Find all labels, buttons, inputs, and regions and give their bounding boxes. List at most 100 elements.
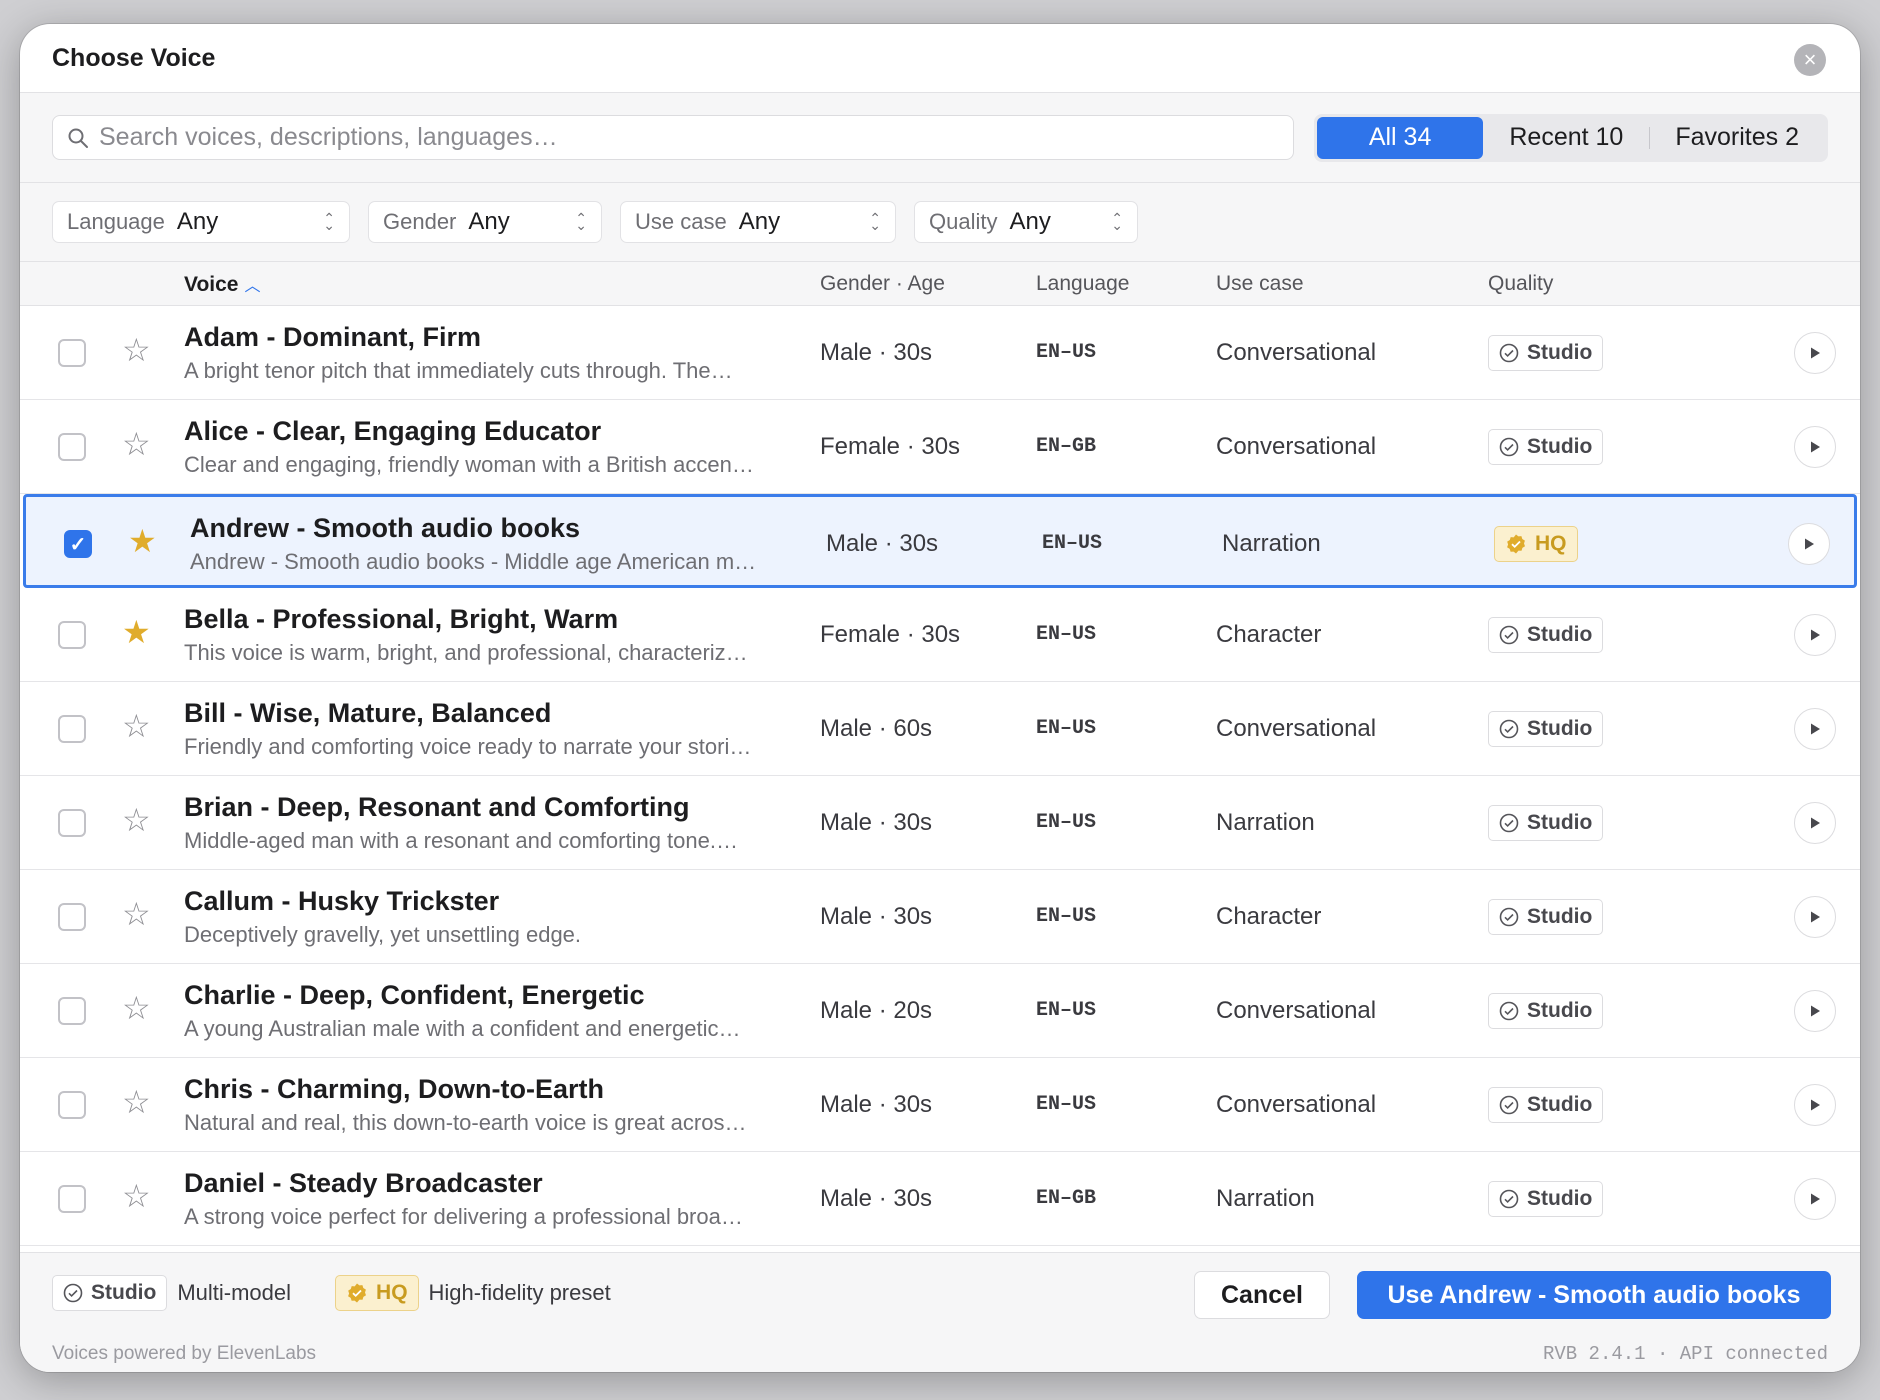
voice-header-label: Voice xyxy=(184,273,239,296)
play-preview-button[interactable] xyxy=(1794,990,1836,1032)
favorite-star-icon[interactable]: ☆ xyxy=(122,898,151,930)
quality-badge: Studio xyxy=(1488,617,1604,653)
voice-use-case: Conversational xyxy=(1216,997,1377,1024)
row-checkbox[interactable] xyxy=(58,339,86,367)
use-case-filter[interactable]: Use case Any ⌃ ⌄ xyxy=(620,201,896,243)
favorite-star-icon[interactable]: ☆ xyxy=(122,804,151,836)
column-header-voice[interactable]: Voice ︿ xyxy=(184,272,260,297)
favorite-star-icon[interactable]: ☆ xyxy=(122,1180,151,1212)
play-icon xyxy=(1808,1192,1822,1206)
voice-row[interactable]: ★ Bella - Professional, Bright, Warm This … xyxy=(20,588,1860,682)
cancel-button[interactable]: Cancel xyxy=(1194,1271,1330,1319)
voice-name: Chris - Charming, Down-to-Earth xyxy=(184,1074,604,1104)
quality-label: Studio xyxy=(1527,1093,1593,1116)
language-filter[interactable]: Language Any ⌃ ⌄ xyxy=(52,201,350,243)
quality-label: Studio xyxy=(1527,623,1593,646)
voice-use-case: Character xyxy=(1216,903,1322,930)
updown-chevron-icon: ⌃ ⌄ xyxy=(575,210,587,233)
voice-language: EN–US xyxy=(1036,341,1097,364)
quality-badge: Studio xyxy=(1488,899,1604,935)
column-header-gender-age[interactable]: Gender · Age xyxy=(820,272,945,296)
voice-row[interactable]: ☆ Adam - Dominant, Firm A bright tenor pit… xyxy=(20,306,1860,400)
play-icon xyxy=(1808,722,1822,736)
voice-list: ☆ Adam - Dominant, Firm A bright tenor pit… xyxy=(20,306,1860,1246)
row-checkbox[interactable] xyxy=(58,903,86,931)
check-circle-icon xyxy=(1499,1095,1519,1115)
voice-gender-age: Female · 30s xyxy=(820,621,961,648)
favorite-star-icon[interactable]: ☆ xyxy=(122,992,151,1024)
row-checkbox[interactable] xyxy=(58,1091,86,1119)
filter-value: Any xyxy=(176,208,219,235)
tab-recent[interactable]: Recent 10 xyxy=(1483,117,1649,159)
favorite-star-icon[interactable]: ☆ xyxy=(122,428,151,460)
play-preview-button[interactable] xyxy=(1794,708,1836,750)
quality-filter[interactable]: Quality Any ⌃ ⌄ xyxy=(914,201,1138,243)
play-preview-button[interactable] xyxy=(1794,426,1836,468)
voice-description: A bright tenor pitch that immediately cu… xyxy=(184,358,733,383)
quality-badge: HQ xyxy=(1494,526,1578,562)
row-checkbox[interactable] xyxy=(58,809,86,837)
quality-legend: Studio Multi-model HQ High-fidelity pres… xyxy=(52,1275,611,1311)
row-checkbox[interactable] xyxy=(58,997,86,1025)
voice-description: Friendly and comforting voice ready to n… xyxy=(184,734,752,759)
voice-row[interactable]: ☆ Alice - Clear, Engaging Educator Clear a… xyxy=(20,400,1860,494)
play-icon xyxy=(1808,1004,1822,1018)
search-input[interactable] xyxy=(99,123,1279,152)
use-voice-button[interactable]: Use Andrew - Smooth audio books xyxy=(1357,1271,1831,1319)
updown-chevron-icon: ⌃ ⌄ xyxy=(869,210,881,233)
filter-label: Gender xyxy=(383,209,457,234)
play-preview-button[interactable] xyxy=(1794,332,1836,374)
play-preview-button[interactable] xyxy=(1794,802,1836,844)
favorite-star-icon[interactable]: ★ xyxy=(128,525,157,557)
check-circle-icon xyxy=(1499,719,1519,739)
voice-name: Callum - Husky Trickster xyxy=(184,886,500,916)
voice-row[interactable]: ☆ Brian - Deep, Resonant and Comforting Mi… xyxy=(20,776,1860,870)
favorite-star-icon[interactable]: ☆ xyxy=(122,334,151,366)
tab-favorites[interactable]: Favorites 2 xyxy=(1649,117,1825,159)
quality-badge: Studio xyxy=(1488,993,1604,1029)
version-status-text: RVB 2.4.1 · API connected xyxy=(1542,1343,1828,1365)
row-checkbox[interactable] xyxy=(58,621,86,649)
column-header-quality[interactable]: Quality xyxy=(1488,272,1553,296)
play-preview-button[interactable] xyxy=(1794,1084,1836,1126)
play-preview-button[interactable] xyxy=(1794,1178,1836,1220)
voice-row[interactable]: ✓ ★ Andrew - Smooth audio books Andrew - Sm… xyxy=(23,494,1857,588)
gender-filter[interactable]: Gender Any ⌃ ⌄ xyxy=(368,201,602,243)
voice-description: Natural and real, this down-to-earth voi… xyxy=(184,1110,747,1135)
voice-row[interactable]: ☆ Chris - Charming, Down-to-Earth Natural … xyxy=(20,1058,1860,1152)
favorite-star-icon[interactable]: ☆ xyxy=(122,710,151,742)
voice-use-case: Conversational xyxy=(1216,433,1377,460)
voice-gender-age: Male · 30s xyxy=(820,1185,933,1212)
play-icon xyxy=(1808,440,1822,454)
verified-seal-icon xyxy=(348,1283,367,1303)
play-preview-button[interactable] xyxy=(1788,523,1830,565)
column-header-use-case[interactable]: Use case xyxy=(1216,272,1304,296)
favorite-star-icon[interactable]: ☆ xyxy=(122,1086,151,1118)
close-icon[interactable]: × xyxy=(1794,44,1826,76)
voice-description: Middle-aged man with a resonant and comf… xyxy=(184,828,738,853)
voice-gender-age: Male · 20s xyxy=(820,997,933,1024)
studio-legend-text: Multi-model xyxy=(177,1280,292,1305)
voice-row[interactable]: ☆ Bill - Wise, Mature, Balanced Friendly a… xyxy=(20,682,1860,776)
voice-row[interactable]: ☆ Daniel - Steady Broadcaster A strong voi… xyxy=(20,1152,1860,1246)
quality-label: Studio xyxy=(1527,811,1593,834)
play-preview-button[interactable] xyxy=(1794,896,1836,938)
tab-all[interactable]: All 34 xyxy=(1316,116,1484,159)
check-circle-icon xyxy=(1499,625,1519,645)
voice-row[interactable]: ☆ Callum - Husky Trickster Deceptively gra… xyxy=(20,870,1860,964)
play-icon xyxy=(1802,537,1816,551)
play-icon xyxy=(1808,816,1822,830)
play-preview-button[interactable] xyxy=(1794,614,1836,656)
search-box[interactable] xyxy=(52,115,1294,160)
voice-name: Daniel - Steady Broadcaster xyxy=(184,1168,543,1198)
check-circle-icon xyxy=(1499,1001,1519,1021)
row-checkbox[interactable] xyxy=(58,715,86,743)
row-checkbox[interactable]: ✓ xyxy=(64,530,92,558)
hq-legend-badge: HQ xyxy=(335,1275,419,1311)
voice-row[interactable]: ☆ Charlie - Deep, Confident, Energetic A y… xyxy=(20,964,1860,1058)
view-segmented-control: All 34 Recent 10 Favorites 2 xyxy=(1313,113,1828,162)
row-checkbox[interactable] xyxy=(58,433,86,461)
column-header-language[interactable]: Language xyxy=(1036,272,1129,296)
favorite-star-icon[interactable]: ★ xyxy=(122,616,151,648)
row-checkbox[interactable] xyxy=(58,1185,86,1213)
